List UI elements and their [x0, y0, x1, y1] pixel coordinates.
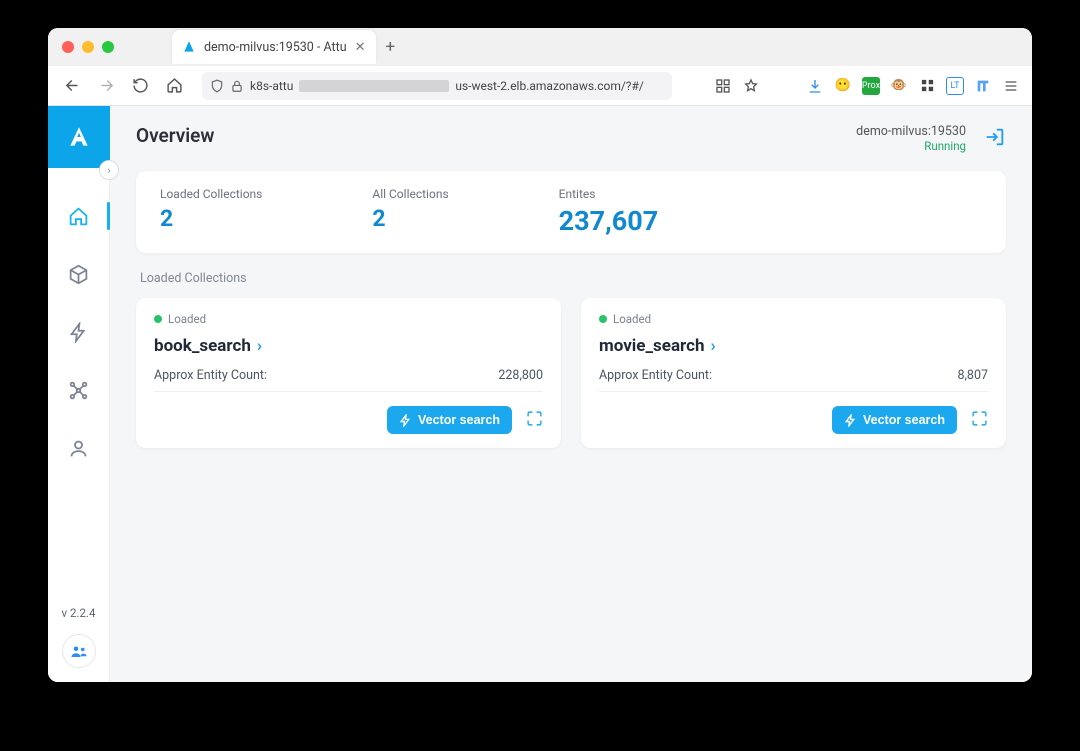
release-icon [971, 410, 988, 427]
attu-favicon-icon [182, 40, 196, 54]
new-tab-button[interactable]: + [386, 37, 396, 57]
status-text: Loaded [168, 312, 206, 326]
collection-name: book_search [154, 336, 251, 356]
home-button[interactable] [160, 72, 188, 100]
collection-cards: Loaded book_search › Approx Entity Count… [136, 298, 1006, 448]
vector-search-label: Vector search [418, 413, 500, 427]
stat-entities: Entites 237,607 [559, 187, 659, 237]
vector-search-label: Vector search [863, 413, 945, 427]
status-dot-icon [599, 315, 607, 323]
chevron-right-icon: › [711, 336, 716, 356]
loaded-collections-heading: Loaded Collections [140, 271, 1006, 286]
page-title: Overview [136, 124, 214, 147]
collection-name-link[interactable]: movie_search › [599, 336, 988, 356]
reload-button[interactable] [126, 72, 154, 100]
bookmark-star-icon[interactable] [742, 77, 760, 95]
reader-view-icon[interactable] [714, 77, 732, 95]
sidebar-collapse-button[interactable]: › [99, 160, 119, 180]
browser-toolbar: k8s-attu us-west-2.elb.amazonaws.com/?#/… [48, 66, 1032, 106]
lock-icon [230, 79, 244, 93]
bolt-icon [399, 414, 412, 427]
nav-search[interactable] [59, 314, 99, 350]
browser-tabbar: demo-milvus:19530 - Attu ✕ + [48, 28, 1032, 66]
version-label: v 2.2.4 [62, 606, 96, 620]
toolbar-actions: 😶 Prox 🐵 LT [714, 77, 1022, 95]
status-badge: Loaded [599, 312, 988, 326]
stats-card: Loaded Collections 2 All Collections 2 E… [136, 171, 1006, 253]
status-dot-icon [154, 315, 162, 323]
status-text: Loaded [613, 312, 651, 326]
extension-icon[interactable] [918, 77, 936, 95]
url-bar[interactable]: k8s-attu us-west-2.elb.amazonaws.com/?#/ [202, 72, 672, 100]
release-button[interactable] [971, 410, 988, 431]
browser-tab[interactable]: demo-milvus:19530 - Attu ✕ [172, 30, 376, 64]
back-button[interactable] [58, 72, 86, 100]
collection-name-link[interactable]: book_search › [154, 336, 543, 356]
approx-count-label: Approx Entity Count: [154, 368, 267, 383]
window-controls [62, 41, 114, 53]
connection-address: demo-milvus:19530 [856, 124, 966, 139]
url-redacted-segment [299, 80, 449, 92]
approx-count-value: 228,800 [498, 368, 543, 383]
connection-status: Running [856, 139, 966, 153]
nav-system[interactable] [59, 372, 99, 408]
main-content: Overview demo-milvus:19530 Running Loade… [110, 106, 1032, 682]
status-badge: Loaded [154, 312, 543, 326]
stat-value: 2 [160, 205, 262, 232]
download-icon[interactable] [806, 77, 824, 95]
vector-search-button[interactable]: Vector search [387, 406, 512, 434]
window-minimize-icon[interactable] [82, 41, 94, 53]
attu-logo-icon [66, 124, 92, 150]
logout-button[interactable] [984, 126, 1006, 152]
home-icon [68, 206, 89, 227]
forward-button[interactable] [92, 72, 120, 100]
extension-icon[interactable]: LT [946, 77, 964, 95]
stat-loaded-collections: Loaded Collections 2 [160, 187, 262, 237]
release-icon [526, 410, 543, 427]
bolt-icon [68, 322, 89, 343]
chevron-right-icon: › [257, 336, 262, 356]
approx-count-label: Approx Entity Count: [599, 368, 712, 383]
bolt-icon [844, 414, 857, 427]
app-logo[interactable] [48, 106, 110, 168]
community-button[interactable] [62, 634, 96, 668]
logout-icon [984, 126, 1006, 148]
tab-close-icon[interactable]: ✕ [355, 40, 366, 55]
cube-icon [68, 264, 89, 285]
url-prefix: k8s-attu [250, 79, 293, 93]
app-menu-icon[interactable] [1002, 77, 1020, 95]
nav-collections[interactable] [59, 256, 99, 292]
nav-overview[interactable] [59, 198, 99, 234]
network-icon [68, 380, 89, 401]
stat-label: Entites [559, 187, 659, 201]
vector-search-button[interactable]: Vector search [832, 406, 957, 434]
connection-info: demo-milvus:19530 Running [856, 124, 1006, 153]
extension-icon[interactable]: 🐵 [890, 77, 908, 95]
stat-label: All Collections [372, 187, 448, 201]
stat-label: Loaded Collections [160, 187, 262, 201]
release-button[interactable] [526, 410, 543, 431]
approx-count-value: 8,807 [957, 368, 988, 383]
stat-all-collections: All Collections 2 [372, 187, 448, 237]
stat-value: 237,607 [559, 205, 659, 237]
window-close-icon[interactable] [62, 41, 74, 53]
nav-users[interactable] [59, 430, 99, 466]
extension-icon[interactable]: Prox [862, 77, 880, 95]
tab-title: demo-milvus:19530 - Attu [204, 40, 347, 55]
user-icon [68, 438, 89, 459]
collection-card: Loaded book_search › Approx Entity Count… [136, 298, 561, 448]
extension-icon[interactable]: 😶 [834, 77, 852, 95]
people-icon [70, 642, 88, 660]
collection-card: Loaded movie_search › Approx Entity Coun… [581, 298, 1006, 448]
window-maximize-icon[interactable] [102, 41, 114, 53]
collection-name: movie_search [599, 336, 705, 356]
sidebar: › v 2.2.4 [48, 106, 110, 682]
extension-icon[interactable] [974, 77, 992, 95]
shield-icon [210, 79, 224, 93]
url-suffix: us-west-2.elb.amazonaws.com/?#/ [455, 79, 643, 93]
stat-value: 2 [372, 205, 448, 232]
